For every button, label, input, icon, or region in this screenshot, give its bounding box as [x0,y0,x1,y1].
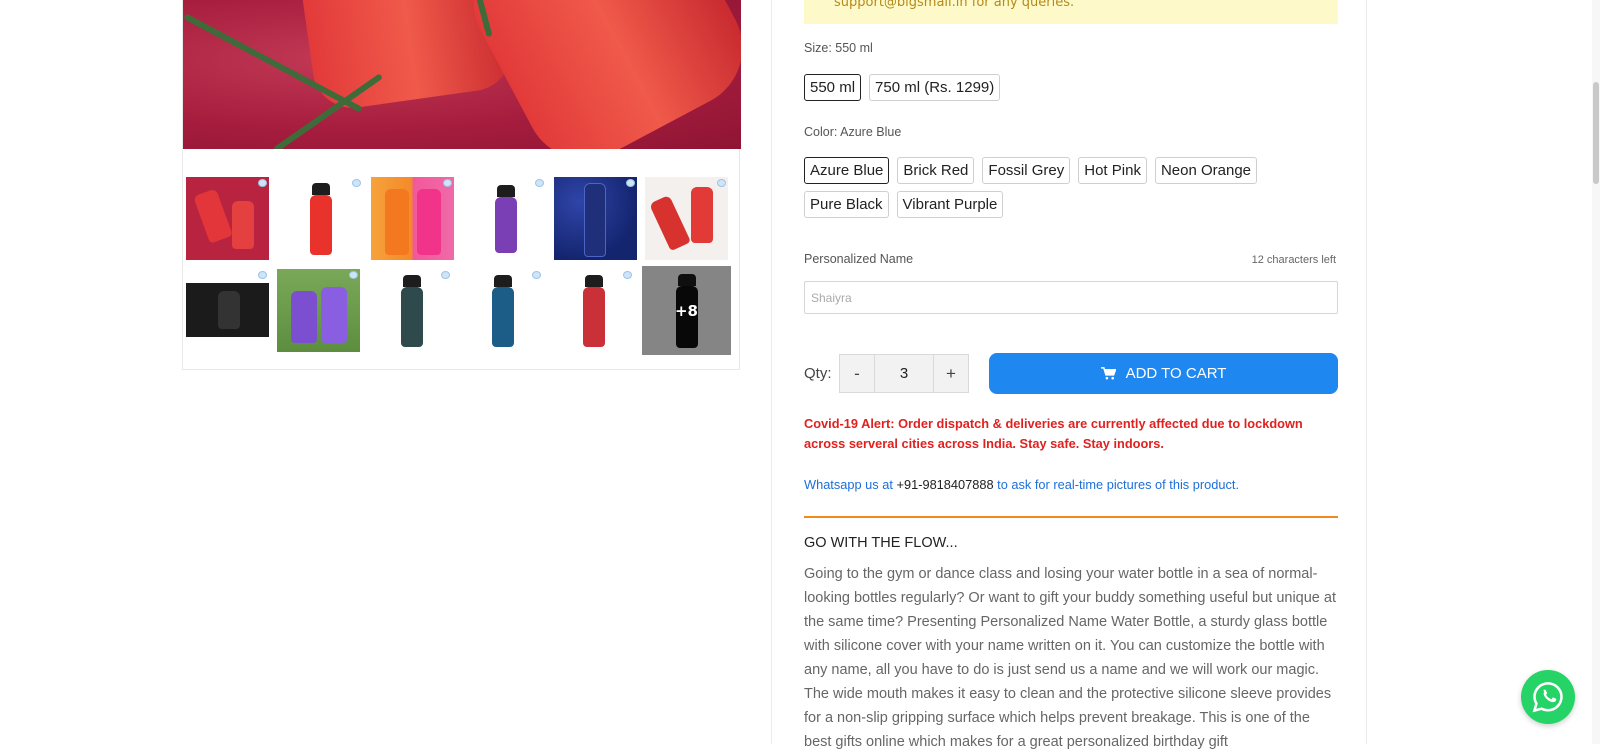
covid-alert: Covid-19 Alert: Order dispatch & deliver… [804,416,1303,451]
thumbnail-6[interactable] [645,177,728,260]
personalized-name-label: Personalized Name [804,252,914,266]
description-title: GO WITH THE FLOW... [804,535,958,551]
qty-input[interactable]: 3 [874,355,934,392]
add-to-cart-button[interactable]: ADD TO CART [989,353,1338,394]
favorite-icon [352,179,361,187]
cart-icon [1100,367,1116,380]
color-option-pure-black[interactable]: Pure Black [804,191,889,218]
color-label: Color: Azure Blue [804,125,902,139]
favorite-icon [626,179,635,187]
product-gallery: +8 [182,0,741,370]
bottle-shape [218,291,240,329]
bottle-shape [193,188,233,244]
characters-left-counter: 12 characters left [1251,254,1336,266]
favorite-icon [258,179,267,187]
favorite-icon [535,179,544,187]
bottle-shape [310,195,332,255]
qty-label: Qty: [804,365,832,382]
favorite-icon [349,271,358,279]
thumbnail-3[interactable] [371,177,454,260]
thumbnail-5[interactable] [554,177,637,260]
favorite-icon [258,271,267,279]
size-option-750[interactable]: 750 ml (Rs. 1299) [869,74,1001,101]
size-label: Size: 550 ml [804,41,873,55]
thumbnail-11[interactable] [551,269,634,352]
personalized-name-input[interactable] [804,281,1338,314]
whatsapp-icon [1532,682,1563,713]
more-count: +8 [674,301,698,320]
thumbnail-8[interactable] [277,269,360,352]
page-scrollbar[interactable] [1592,0,1600,744]
color-option-fossil-grey[interactable]: Fossil Grey [982,157,1071,184]
bottle-shape [291,291,317,343]
bottle-shape [232,201,254,249]
color-option-vibrant-purple[interactable]: Vibrant Purple [896,191,1004,218]
bottle-shape [649,194,691,252]
favorite-icon [717,179,726,187]
whatsapp-suffix: to ask for real-time pictures of this pr… [993,477,1239,492]
favorite-icon [441,271,450,279]
favorite-icon [443,179,452,187]
bottle-shape [321,287,347,343]
bottle-cap-shape [585,275,603,287]
whatsapp-contact-line: Whatsapp us at +91-9818407888 to ask for… [804,477,1239,492]
bottle-cap-shape [497,185,515,197]
qty-increment-button[interactable]: + [934,355,968,392]
thumbnail-more[interactable]: +8 [642,266,731,355]
size-options: 550 ml 750 ml (Rs. 1299) [804,74,1264,101]
bottle-shape [385,189,409,255]
bottle-shape [584,183,606,257]
color-option-neon-orange[interactable]: Neon Orange [1154,157,1258,184]
support-notice: support@bigsmall.in for any queries. [804,0,1338,24]
size-option-550[interactable]: 550 ml [804,74,862,101]
bottle-shape [583,287,605,347]
section-divider [804,516,1338,518]
bottle-shape [495,197,517,253]
color-option-azure-blue[interactable]: Azure Blue [804,157,890,184]
product-options-panel: support@bigsmall.in for any queries. Siz… [771,0,1367,750]
thumbnail-4[interactable] [463,177,546,260]
color-option-brick-red[interactable]: Brick Red [897,157,975,184]
quantity-stepper: - 3 + [839,354,969,393]
whatsapp-chat-button[interactable] [1521,670,1575,724]
scrollbar-thumb[interactable] [1593,82,1599,184]
support-notice-text: support@bigsmall.in for any queries. [834,0,1075,10]
whatsapp-number[interactable]: +91-9818407888 [896,477,993,492]
thumbnail-10[interactable] [460,269,543,352]
qty-decrement-button[interactable]: - [840,355,874,392]
more-images-overlay[interactable]: +8 [642,266,731,355]
favorite-icon [532,271,541,279]
bottle-cap-shape [312,183,330,195]
whatsapp-prefix: Whatsapp us at [804,477,897,492]
add-to-cart-label: ADD TO CART [1125,365,1227,382]
bottle-cap-shape [494,275,512,287]
favorite-icon [623,271,632,279]
thumbnail-1[interactable] [186,177,269,260]
main-product-image[interactable] [183,0,741,149]
bottle-shape [691,187,713,243]
bottle-shape [417,189,441,255]
color-option-hot-pink[interactable]: Hot Pink [1078,157,1147,184]
thumbnail-2[interactable] [280,177,363,260]
thumbnail-7[interactable] [186,269,269,352]
bottle-shape [401,287,423,347]
color-options: Azure Blue Brick Red Fossil Grey Hot Pin… [804,157,1264,218]
bottle-shape [492,287,514,347]
bottle-cap-shape [403,275,421,287]
description-body: Going to the gym or dance class and losi… [804,566,1336,750]
thumbnail-9[interactable] [369,269,452,352]
